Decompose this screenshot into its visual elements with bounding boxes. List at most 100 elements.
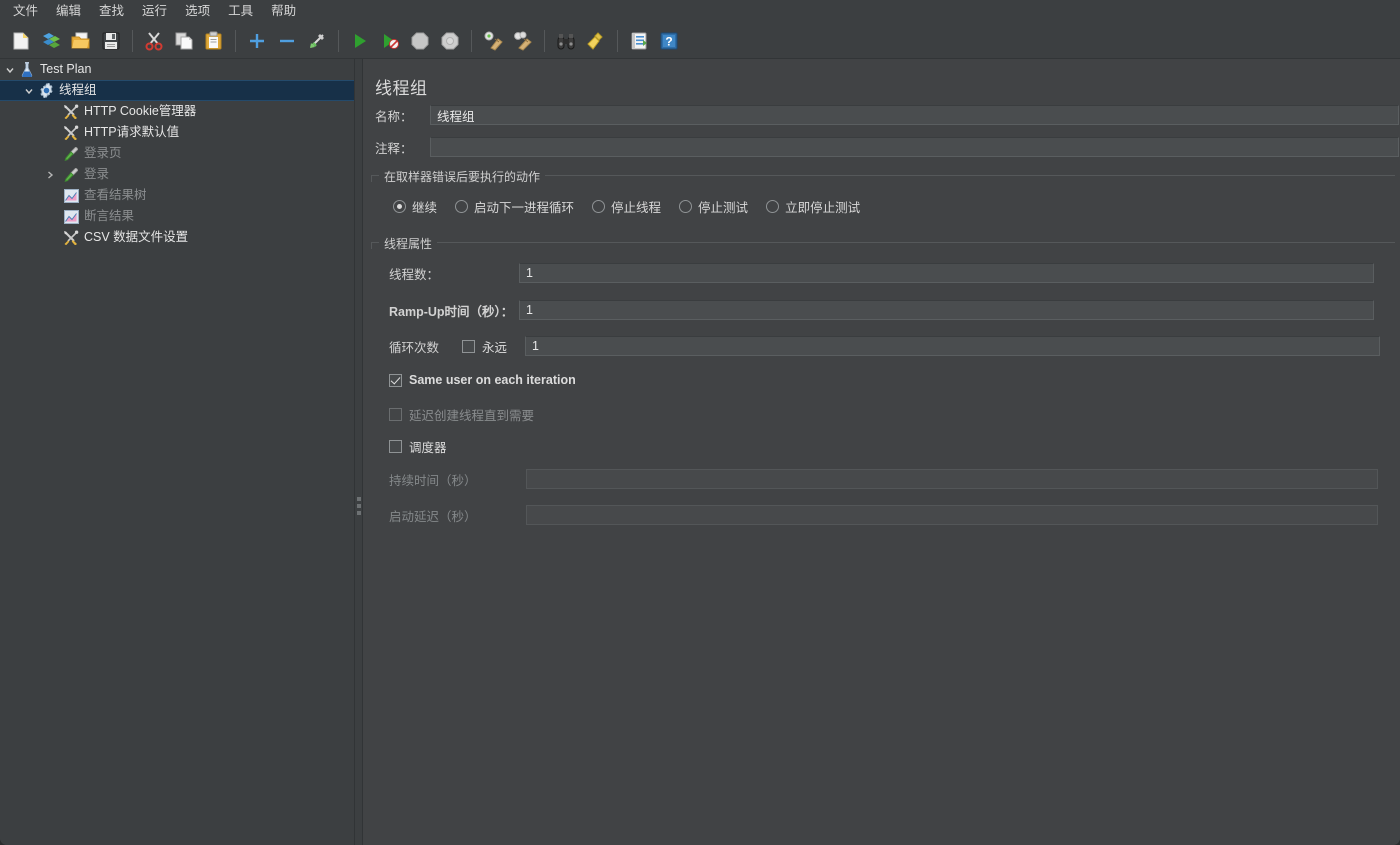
tree-node-login-page[interactable]: 登录页 bbox=[0, 143, 354, 164]
radio-stop-thread-indicator[interactable] bbox=[592, 200, 606, 213]
cut-scissors-icon[interactable] bbox=[141, 28, 167, 54]
loop-count-input[interactable] bbox=[525, 336, 1380, 356]
tree-node-csv-data-set-config[interactable]: CSV 数据文件设置 bbox=[0, 227, 354, 248]
start-no-pauses-icon[interactable] bbox=[377, 28, 403, 54]
duration-row: 持续时间（秒） bbox=[389, 469, 1389, 489]
page-title: 线程组 bbox=[375, 79, 428, 98]
menu-run[interactable]: 运行 bbox=[133, 2, 176, 22]
name-label: 名称： bbox=[375, 109, 413, 124]
menu-file[interactable]: 文件 bbox=[4, 2, 47, 22]
duration-input[interactable] bbox=[526, 469, 1378, 489]
menu-search[interactable]: 查找 bbox=[90, 2, 133, 22]
delayed-start-checkbox[interactable] bbox=[389, 408, 402, 421]
thread-group-gear-icon bbox=[37, 83, 55, 99]
radio-stop-test-now[interactable]: 立即停止测试 bbox=[766, 197, 860, 216]
menu-bar: 文件 编辑 查找 运行 选项 工具 帮助 bbox=[0, 0, 1400, 23]
forever-label: 永远 bbox=[482, 340, 508, 355]
stop-octagon-icon[interactable] bbox=[407, 28, 433, 54]
delayed-start-checkbox-row[interactable]: 延迟创建线程直到需要 bbox=[389, 405, 534, 424]
thread-properties-group-title: 线程属性 bbox=[379, 235, 438, 252]
radio-stop-thread-label: 停止线程 bbox=[611, 201, 662, 215]
name-input[interactable] bbox=[430, 105, 1399, 125]
save-floppy-icon[interactable] bbox=[98, 28, 124, 54]
tree-node-assertion-results[interactable]: 断言结果 bbox=[0, 206, 354, 227]
comments-input[interactable] bbox=[430, 137, 1399, 157]
copy-icon[interactable] bbox=[171, 28, 197, 54]
duration-label: 持续时间（秒） bbox=[389, 473, 477, 488]
name-field-row: 名称： bbox=[375, 105, 1400, 125]
shutdown-octagon-icon[interactable] bbox=[437, 28, 463, 54]
radio-stop-test-label: 停止测试 bbox=[698, 201, 749, 215]
search-binoculars-icon[interactable] bbox=[553, 28, 579, 54]
panel-splitter[interactable] bbox=[354, 59, 363, 845]
test-plan-tree[interactable]: Test Plan 线程组 HTTP Cookie管理器 HTTP请求默认值 登… bbox=[0, 59, 354, 845]
radio-stop-test-now-label: 立即停止测试 bbox=[785, 201, 861, 215]
clear-all-broom-icon[interactable] bbox=[510, 28, 536, 54]
tree-node-view-results-tree[interactable]: 查看结果树 bbox=[0, 185, 354, 206]
chevron-right-icon[interactable] bbox=[42, 167, 58, 183]
menu-help[interactable]: 帮助 bbox=[262, 2, 305, 22]
reset-search-broom-icon[interactable] bbox=[583, 28, 609, 54]
tree-node-thread-group[interactable]: 线程组 bbox=[0, 80, 354, 101]
startup-delay-row: 启动延迟（秒） bbox=[389, 505, 1389, 525]
forever-checkbox[interactable] bbox=[462, 339, 475, 353]
config-element-tools-icon bbox=[62, 125, 80, 141]
radio-start-next-thread-loop[interactable]: 启动下一进程循环 bbox=[455, 197, 574, 216]
radio-start-next-thread-loop-label: 启动下一进程循环 bbox=[474, 201, 575, 215]
tree-node-label: 查看结果树 bbox=[84, 188, 147, 203]
radio-stop-thread[interactable]: 停止线程 bbox=[592, 197, 661, 216]
tree-node-http-request-defaults[interactable]: HTTP请求默认值 bbox=[0, 122, 354, 143]
radio-start-next-thread-loop-indicator[interactable] bbox=[455, 200, 469, 213]
clear-broom-icon[interactable] bbox=[480, 28, 506, 54]
radio-stop-test-now-indicator[interactable] bbox=[766, 200, 780, 213]
radio-stop-test[interactable]: 停止测试 bbox=[679, 197, 748, 216]
same-user-checkbox-row[interactable]: Same user on each iteration bbox=[389, 373, 576, 387]
scheduler-checkbox[interactable] bbox=[389, 440, 402, 453]
open-templates-icon[interactable] bbox=[38, 28, 64, 54]
num-threads-label: 线程数： bbox=[389, 267, 440, 282]
radio-continue[interactable]: 继续 bbox=[393, 197, 437, 216]
tree-node-label: CSV 数据文件设置 bbox=[84, 230, 189, 245]
tree-node-label: 线程组 bbox=[59, 83, 97, 98]
function-helper-notepad-icon[interactable] bbox=[626, 28, 652, 54]
start-play-icon[interactable] bbox=[347, 28, 373, 54]
toggle-enable-icon[interactable] bbox=[304, 28, 330, 54]
loop-count-label: 循环次数 bbox=[389, 340, 440, 355]
toolbar-separator bbox=[132, 29, 133, 52]
startup-delay-input[interactable] bbox=[526, 505, 1378, 525]
radio-continue-indicator[interactable] bbox=[393, 200, 406, 213]
new-document-icon[interactable] bbox=[8, 28, 34, 54]
test-plan-flask-icon bbox=[18, 62, 36, 78]
menu-options[interactable]: 选项 bbox=[176, 2, 219, 22]
chevron-down-icon[interactable] bbox=[21, 83, 37, 99]
scheduler-checkbox-row[interactable]: 调度器 bbox=[389, 437, 447, 456]
expand-all-plus-icon[interactable] bbox=[244, 28, 270, 54]
splitter-grip[interactable] bbox=[357, 497, 361, 518]
thread-properties-group: 线程属性 线程数： Ramp-Up时间（秒）： 循环次数 永远 Sa bbox=[371, 235, 1395, 542]
toolbar: ? bbox=[0, 23, 1400, 59]
tree-node-label: 断言结果 bbox=[84, 209, 135, 224]
help-question-icon[interactable]: ? bbox=[656, 28, 682, 54]
same-user-checkbox[interactable] bbox=[389, 373, 402, 387]
tree-node-http-cookie-manager[interactable]: HTTP Cookie管理器 bbox=[0, 101, 354, 122]
listener-chart-icon bbox=[62, 188, 80, 204]
tree-node-label: 登录 bbox=[84, 167, 110, 182]
menu-tools[interactable]: 工具 bbox=[219, 2, 262, 22]
radio-stop-test-indicator[interactable] bbox=[679, 200, 693, 213]
tree-node-test-plan[interactable]: Test Plan bbox=[0, 59, 354, 80]
paste-clipboard-icon[interactable] bbox=[201, 28, 227, 54]
jmeter-window: 文件 编辑 查找 运行 选项 工具 帮助 ? Test Plan 线程组 HTT… bbox=[0, 0, 1400, 845]
ramp-up-input[interactable] bbox=[519, 300, 1374, 320]
open-folder-icon[interactable] bbox=[68, 28, 94, 54]
toolbar-separator bbox=[617, 29, 618, 52]
collapse-all-minus-icon[interactable] bbox=[274, 28, 300, 54]
comments-field-row: 注释： bbox=[375, 137, 1400, 157]
chevron-down-icon[interactable] bbox=[2, 62, 18, 78]
tree-node-label: 登录页 bbox=[84, 146, 122, 161]
menu-edit[interactable]: 编辑 bbox=[47, 2, 90, 22]
num-threads-input[interactable] bbox=[519, 263, 1374, 283]
tree-node-label: HTTP Cookie管理器 bbox=[84, 104, 197, 119]
tree-node-login[interactable]: 登录 bbox=[0, 164, 354, 185]
on-sampler-error-group-title: 在取样器错误后要执行的动作 bbox=[379, 168, 546, 185]
delayed-start-label: 延迟创建线程直到需要 bbox=[409, 409, 535, 423]
